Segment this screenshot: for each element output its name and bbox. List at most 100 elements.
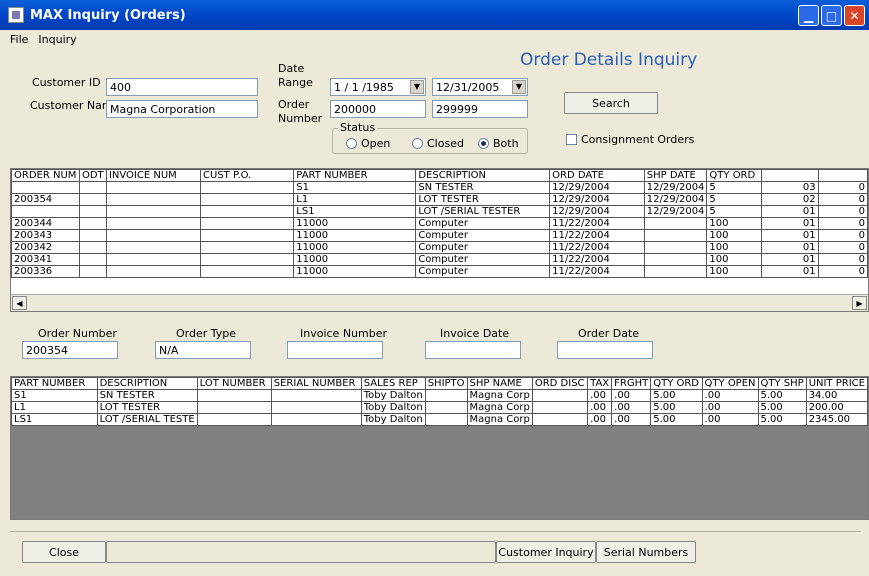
column-header[interactable]: DESCRIPTION <box>96 377 198 390</box>
detail-order-date-field[interactable] <box>557 341 653 359</box>
table-cell: 01 <box>761 229 819 242</box>
status-closed-radio[interactable]: Closed <box>412 137 464 150</box>
chevron-down-icon[interactable]: ▼ <box>410 80 424 94</box>
table-cell <box>424 413 468 426</box>
column-header[interactable]: CUST P.O. <box>200 169 295 182</box>
menu-file[interactable]: File <box>10 33 28 46</box>
table-cell <box>11 205 80 218</box>
column-header[interactable]: ORDER NUM <box>11 169 80 182</box>
status-open-radio[interactable]: Open <box>346 137 390 150</box>
horizontal-scrollbar[interactable]: ◀ ▶ <box>11 294 868 311</box>
column-header[interactable]: QTY ORD <box>650 377 703 390</box>
table-row[interactable]: 200342 11000 Computer 11/22/2004 100 01 0 <box>11 241 868 254</box>
orders-grid[interactable]: ORDER NUM ODT INVOICE NUM CUST P.O. PART NUM… <box>10 168 869 312</box>
table-row[interactable]: S1 SN TESTER Toby Dalton Magna Corp .00.00 5.… <box>11 389 868 402</box>
order-from-field[interactable]: 200000 <box>330 100 426 118</box>
table-cell <box>105 193 202 206</box>
column-header[interactable]: QTY ORD <box>706 169 763 182</box>
order-lines-grid[interactable]: PART NUMBER DESCRIPTION LOT NUMBER SERIAL N… <box>10 376 869 520</box>
table-cell <box>105 265 202 278</box>
column-header[interactable]: QTY OPEN <box>701 377 759 390</box>
table-cell: 11000 <box>293 241 417 254</box>
table-row[interactable]: 200344 11000 Computer 11/22/2004 100 01 0 <box>11 217 868 230</box>
close-button[interactable]: Close <box>22 541 106 563</box>
column-header[interactable]: LOT NUMBER <box>196 377 272 390</box>
detail-order-type-label: Order Type <box>176 327 237 340</box>
detail-invoice-number-field[interactable] <box>287 341 383 359</box>
column-header[interactable] <box>761 169 819 182</box>
column-header[interactable]: FRGHT <box>611 377 652 390</box>
column-header[interactable]: ORD DATE <box>549 169 645 182</box>
table-row[interactable]: 200354 L1 LOT TESTER 12/29/2004 12/29/2004 5 0… <box>11 193 868 206</box>
table-cell: 5 <box>706 193 763 206</box>
column-header[interactable]: UNIT PRICE <box>805 377 868 390</box>
order-to-field[interactable]: 299999 <box>432 100 528 118</box>
table-cell: 11000 <box>293 253 417 266</box>
column-header[interactable]: SHP NAME <box>466 377 533 390</box>
column-header[interactable]: PART NUMBER <box>293 169 417 182</box>
table-cell: 01 <box>761 241 819 254</box>
table-cell: .00 <box>611 389 652 402</box>
table-cell: 12/29/2004 <box>643 205 708 218</box>
column-header[interactable]: ORD DISC <box>531 377 589 390</box>
minimize-icon[interactable]: ▁ <box>798 5 819 26</box>
checkbox-icon <box>566 134 577 145</box>
table-row[interactable]: 200341 11000 Computer 11/22/2004 100 01 0 <box>11 253 868 266</box>
detail-order-type-field[interactable]: N/A <box>155 341 251 359</box>
scroll-left-icon[interactable]: ◀ <box>12 296 27 310</box>
column-header[interactable]: SHIPTO <box>424 377 468 390</box>
table-cell: 5.00 <box>650 401 703 414</box>
table-row[interactable]: S1 SN TESTER 12/29/2004 12/29/2004 5 03 0 <box>11 181 868 194</box>
search-button[interactable]: Search <box>564 92 658 114</box>
scroll-right-icon[interactable]: ▶ <box>852 296 867 310</box>
table-row[interactable]: LS1 LOT /SERIAL TESTE Toby Dalton Magna Cor… <box>11 413 868 426</box>
close-icon[interactable]: ✕ <box>844 5 865 26</box>
table-cell: .00 <box>701 401 759 414</box>
status-both-radio[interactable]: Both <box>478 137 519 150</box>
table-cell: 5 <box>706 205 763 218</box>
column-header[interactable]: INVOICE NUM <box>105 169 202 182</box>
table-cell: 100 <box>706 265 763 278</box>
table-row[interactable]: LS1 LOT /SERIAL TESTER 12/29/2004 12/29/200… <box>11 205 868 218</box>
status-both-label: Both <box>493 137 519 150</box>
detail-order-number-field[interactable]: 200354 <box>22 341 118 359</box>
table-cell: 0 <box>817 205 868 218</box>
detail-order-date-label: Order Date <box>578 327 640 340</box>
table-cell: L1 <box>293 193 417 206</box>
column-header[interactable]: QTY SHP <box>757 377 807 390</box>
table-cell: Toby Dalton <box>360 389 426 402</box>
table-cell: 5.00 <box>757 401 807 414</box>
menu-inquiry[interactable]: Inquiry <box>38 33 76 46</box>
table-row[interactable]: 200343 11000 Computer 11/22/2004 100 01 0 <box>11 229 868 242</box>
maximize-icon[interactable]: □ <box>821 5 842 26</box>
table-cell <box>643 241 708 254</box>
date-from-picker[interactable]: 1 / 1 /1985 ▼ <box>330 78 426 96</box>
table-cell: 12/29/2004 <box>549 193 645 206</box>
serial-numbers-button[interactable]: Serial Numbers <box>596 541 696 563</box>
column-header[interactable]: ODT <box>78 169 107 182</box>
table-row[interactable]: 200336 11000 Computer 11/22/2004 100 01 0 <box>11 265 868 278</box>
chevron-down-icon[interactable]: ▼ <box>512 80 526 94</box>
column-header[interactable] <box>817 169 868 182</box>
customer-inquiry-button[interactable]: Customer Inquiry <box>496 541 596 563</box>
table-cell <box>270 401 362 414</box>
column-header[interactable]: TAX <box>587 377 613 390</box>
customer-id-field[interactable]: 400 <box>106 78 258 96</box>
customer-name-field[interactable]: Magna Corporation <box>106 100 258 118</box>
date-to-picker[interactable]: 12/31/2005 ▼ <box>432 78 528 96</box>
table-cell: .00 <box>701 389 759 402</box>
table-cell: LOT TESTER <box>96 401 198 414</box>
column-header[interactable]: SALES REP <box>360 377 426 390</box>
table-cell: Computer <box>415 265 551 278</box>
table-cell: Magna Corp <box>466 413 533 426</box>
column-header[interactable]: SERIAL NUMBER <box>270 377 362 390</box>
detail-invoice-date-field[interactable] <box>425 341 521 359</box>
column-header[interactable]: DESCRIPTION <box>415 169 551 182</box>
table-cell: 01 <box>761 205 819 218</box>
column-header[interactable]: PART NUMBER <box>11 377 98 390</box>
table-cell: 200354 <box>11 193 80 206</box>
consignment-checkbox[interactable]: Consignment Orders <box>566 133 694 146</box>
table-row[interactable]: L1 LOT TESTER Toby Dalton Magna Corp .00.00 5… <box>11 401 868 414</box>
radio-icon <box>346 138 357 149</box>
column-header[interactable]: SHP DATE <box>643 169 708 182</box>
